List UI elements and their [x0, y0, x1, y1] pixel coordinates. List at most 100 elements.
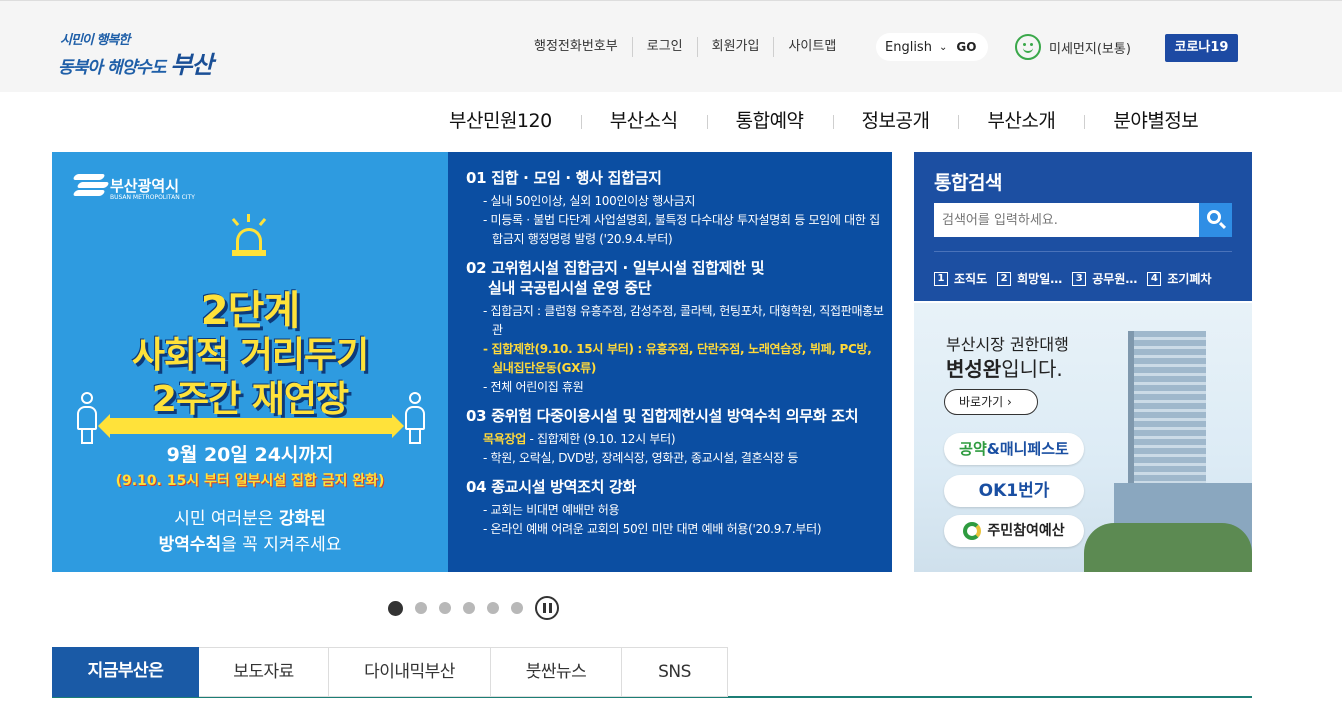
smile-face-icon: [1015, 34, 1041, 60]
search-divider: [934, 251, 1232, 252]
org-name-en: BUSAN METROPOLITAN CITY: [110, 194, 195, 201]
budget-logo-icon: [963, 522, 982, 540]
util-join-link[interactable]: 회원가입: [696, 37, 774, 57]
mayor-title: 부산시장 권한대행: [946, 335, 1069, 354]
util-sitemap-link[interactable]: 사이트맵: [773, 37, 850, 57]
rule-detail: - 교회는 비대면 예배만 허용: [483, 503, 620, 517]
mayor-go-label: 바로가기: [959, 395, 1004, 409]
rule-detail: - 학원, 오락실, DVD방, 장례식장, 영화관, 종교시설, 결혼식장 등: [483, 451, 799, 465]
fine-dust-label: 미세먼지(보통): [1049, 41, 1131, 57]
rule-item: 04 종교시설 방역조치 강화 - 교회는 비대면 예배만 허용 - 온라인 예…: [466, 477, 886, 539]
tab-sns[interactable]: SNS: [622, 647, 728, 697]
deadline-text: 9월 20일 24시까지: [166, 444, 334, 466]
nav-civil-service[interactable]: 부산민원120: [420, 107, 581, 135]
slide-dot-4[interactable]: [463, 602, 475, 614]
participatory-budget-button[interactable]: 주민참여예산: [944, 515, 1084, 547]
manifesto-label-a: 공약: [959, 440, 987, 458]
logo-slogan-prefix: 동북아 해양수도: [58, 58, 166, 78]
fine-dust-status[interactable]: 미세먼지(보통): [1015, 34, 1131, 60]
busan-city-logo: 부산광역시 BUSAN METROPOLITAN CITY: [72, 172, 195, 201]
keyword-label: 조직도: [954, 272, 988, 286]
keyword-rank: 4: [1147, 271, 1162, 286]
mayor-go-button[interactable]: 바로가기 ›: [944, 389, 1038, 415]
plea-prefix: 시민 여러분은: [174, 509, 279, 529]
org-name: 부산광역시: [110, 176, 180, 195]
keyword-item[interactable]: 2 희망일…: [997, 270, 1062, 287]
tab-now-busan[interactable]: 지금부산은: [52, 647, 199, 697]
manifesto-label-b: &매니페스토: [986, 440, 1069, 458]
keyword-item[interactable]: 1 조직도: [934, 270, 987, 287]
rule-detail: - 전체 어린이집 휴원: [483, 380, 584, 394]
integrated-search-panel: 통합검색 1 조직도 2 희망일… 3 공무원… 4 조기폐차: [914, 152, 1252, 301]
chevron-down-icon: ⌄: [938, 41, 948, 53]
language-selected: English: [885, 39, 932, 55]
covid-notice-banner[interactable]: 부산광역시 BUSAN METROPOLITAN CITY 2단계 사회적 거리…: [52, 152, 892, 572]
slide-dot-2[interactable]: [415, 602, 427, 614]
rule-title-text: 02 고위험시설 집합금지 · 일부시설 집합제한 및: [466, 259, 765, 277]
mayor-name-suffix: 입니다.: [1001, 357, 1063, 381]
ok1-button[interactable]: OK1번가: [944, 475, 1084, 507]
language-select[interactable]: English ⌄ GO: [876, 33, 988, 61]
search-title: 통합검색: [934, 172, 1002, 194]
tab-busan-news[interactable]: 붓싼뉴스: [491, 647, 622, 697]
keyword-rank: 2: [997, 271, 1012, 286]
rule-title: 03 중위험 다중이용시설 및 집합제한시설 방역수칙 의무화 조치: [466, 407, 859, 425]
keyword-item[interactable]: 3 공무원…: [1072, 270, 1137, 287]
siren-icon: [230, 214, 268, 258]
popular-keywords: 1 조직도 2 희망일… 3 공무원… 4 조기폐차: [934, 270, 1222, 287]
tab-press-release[interactable]: 보도자료: [199, 647, 329, 697]
busan-logo[interactable]: 시민이 행복한 동북아 해양수도 부산: [58, 29, 228, 79]
rule-detail: - 미등록 · 불법 다단계 사업설명회, 불특정 다수대상 투자설명회 등 모…: [483, 213, 880, 246]
util-login-link[interactable]: 로그인: [631, 37, 697, 57]
distance-arrow: [98, 414, 404, 438]
rule-detail: - 온라인 예배 어려운 교회의 50인 미만 대면 예배 허용('20.9.7…: [483, 522, 822, 536]
slide-dot-1[interactable]: [388, 600, 403, 616]
rule-detail-highlight: - 집합제한(9.10. 15시 부터) : 유흥주점, 단란주점, 노래연습장…: [483, 342, 872, 375]
keyword-label: 조기폐차: [1167, 272, 1212, 286]
rule-item: 03 중위험 다중이용시설 및 집합제한시설 방역수칙 의무화 조치 목욕장업 …: [466, 406, 886, 468]
nav-field-info[interactable]: 분야별정보: [1084, 107, 1227, 135]
pause-icon[interactable]: [535, 596, 559, 620]
nav-busan-news[interactable]: 부산소식: [580, 107, 707, 135]
rule-title: 02 고위험시설 집합금지 · 일부시설 집합제한 및실내 국공립시설 운영 중…: [466, 258, 886, 298]
manifesto-button[interactable]: 공약&매니페스토: [944, 433, 1084, 465]
keyword-label: 공무원…: [1092, 272, 1138, 286]
keyword-item[interactable]: 4 조기폐차: [1147, 270, 1212, 287]
plea-line-1: 시민 여러분은 강화된: [52, 504, 448, 529]
search-button[interactable]: [1199, 203, 1232, 237]
main-navigation: 부산민원120 부산소식 통합예약 정보공개 부산소개 분야별정보: [420, 106, 1227, 136]
slide-dot-5[interactable]: [487, 602, 499, 614]
tab-dynamic-busan[interactable]: 다이내믹부산: [329, 647, 491, 697]
rule-title-cont: 실내 국공립시설 운영 중단: [488, 279, 652, 297]
chevron-right-icon: ›: [1007, 395, 1012, 409]
banner-rules-list: 01 집합 · 모임 · 행사 집합금지 - 실내 50인이상, 실외 100인…: [466, 168, 886, 548]
rule-detail: 목욕장업 - 집합제한 (9.10. 12시 부터): [466, 430, 886, 449]
covid19-button[interactable]: 코로나19: [1165, 34, 1238, 62]
keyword-rank: 3: [1072, 271, 1087, 286]
mayor-name-line: 변성완입니다.: [946, 353, 1063, 382]
nav-about-busan[interactable]: 부산소개: [958, 107, 1084, 135]
mayor-banner[interactable]: 부산시장 권한대행 변성완입니다. 바로가기 › 공약&매니페스토 OK1번가 …: [914, 303, 1252, 572]
nav-reservation[interactable]: 통합예약: [706, 107, 833, 135]
keyword-label: 희망일…: [1017, 272, 1063, 286]
language-go-button[interactable]: GO: [956, 40, 976, 54]
keyword-rank: 1: [934, 271, 948, 286]
search-input[interactable]: [934, 203, 1199, 237]
headline-extension: 2주간 재연장: [151, 379, 349, 420]
rule-item: 01 집합 · 모임 · 행사 집합금지 - 실내 50인이상, 실외 100인…: [466, 168, 886, 249]
person-icon: [74, 392, 100, 444]
rule-highlight-word: 목욕장업: [483, 432, 526, 446]
relaxation-note: (9.10. 15시 부터 일부시설 집합 금지 완화): [115, 473, 385, 489]
slide-dot-6[interactable]: [511, 602, 523, 614]
util-phonebook-link[interactable]: 행정전화번호부: [520, 37, 632, 57]
slide-dot-3[interactable]: [439, 602, 451, 614]
news-tabs: 지금부산은 보도자료 다이내믹부산 붓싼뉴스 SNS: [52, 647, 1252, 698]
trees-image: [1084, 523, 1252, 572]
plea-line-2: 방역수칙을 꼭 지켜주세요: [52, 530, 448, 555]
rule-title: 04 종교시설 방역조치 강화: [466, 478, 637, 496]
slide-pagination: [388, 596, 559, 620]
nav-information-disclosure[interactable]: 정보공개: [832, 107, 959, 135]
logo-slogan-line2: 동북아 해양수도 부산: [58, 45, 214, 80]
mayor-name: 변성완: [946, 357, 1002, 381]
plea-suffix: 을 꼭 지켜주세요: [221, 535, 342, 555]
